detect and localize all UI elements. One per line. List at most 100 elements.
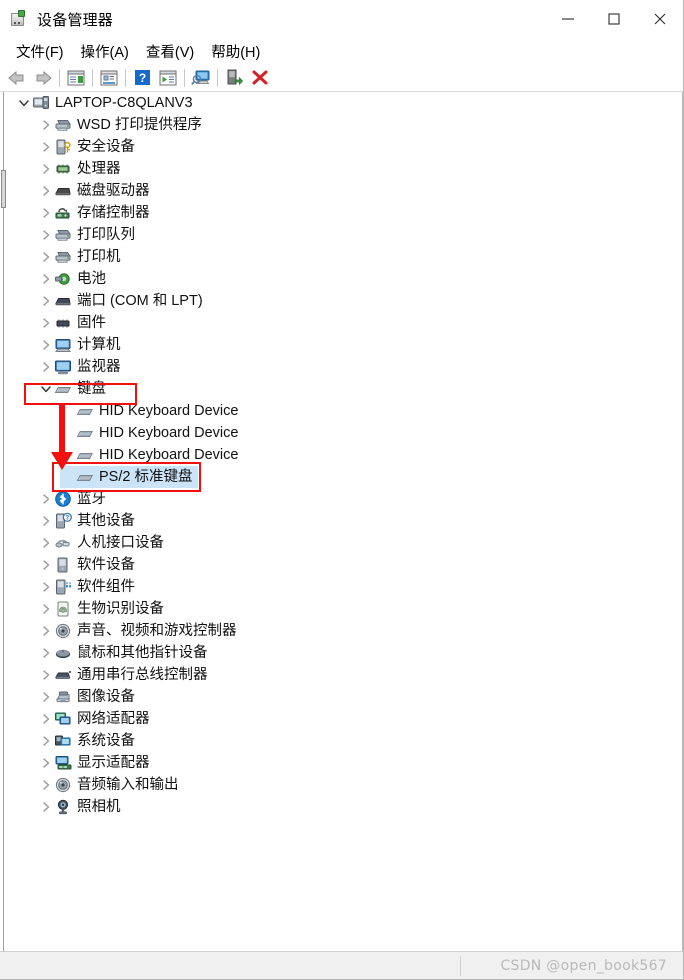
tree-twisty[interactable] <box>38 642 54 664</box>
chevron-right-icon[interactable] <box>40 295 52 307</box>
minimize-button[interactable] <box>545 0 591 38</box>
menu-file[interactable]: 文件(F) <box>8 39 73 64</box>
tree-twisty[interactable] <box>38 356 54 378</box>
tree-node-processors[interactable]: 处理器 <box>8 158 682 180</box>
tree-node-computer[interactable]: 计算机 <box>8 334 682 356</box>
chevron-down-icon[interactable] <box>40 383 52 395</box>
tree-node-batteries[interactable]: 电池 <box>8 268 682 290</box>
chevron-right-icon[interactable] <box>40 119 52 131</box>
tree-node-software-devices[interactable]: 软件设备 <box>8 554 682 576</box>
tree-twisty[interactable] <box>38 180 54 202</box>
scan-hardware-changes-button[interactable] <box>188 66 214 90</box>
tree-node-wsd-print-provider[interactable]: WSD 打印提供程序 <box>8 114 682 136</box>
tree-node-printers[interactable]: 打印机 <box>8 246 682 268</box>
tree-node-sound-video-game-controllers[interactable]: 声音、视频和游戏控制器 <box>8 620 682 642</box>
tree-node-hid-keyboard-device-3[interactable]: HID Keyboard Device <box>8 444 682 466</box>
chevron-right-icon[interactable] <box>40 735 52 747</box>
chevron-right-icon[interactable] <box>40 273 52 285</box>
chevron-right-icon[interactable] <box>40 757 52 769</box>
tree-twisty[interactable] <box>38 708 54 730</box>
tree-node-keyboards[interactable]: 键盘 <box>8 378 682 400</box>
tree-twisty[interactable] <box>38 796 54 818</box>
tree-node-system-devices[interactable]: 系统设备 <box>8 730 682 752</box>
tree-twisty[interactable] <box>38 532 54 554</box>
tree-node-audio-inputs-outputs[interactable]: 音频输入和输出 <box>8 774 682 796</box>
chevron-right-icon[interactable] <box>40 229 52 241</box>
chevron-right-icon[interactable] <box>40 625 52 637</box>
tree-node-biometric-devices[interactable]: 生物识别设备 <box>8 598 682 620</box>
help-button[interactable]: ? <box>129 66 155 90</box>
menu-help[interactable]: 帮助(H) <box>203 39 269 64</box>
tree-node-other-devices[interactable]: ? 其他设备 <box>8 510 682 532</box>
tree-node-root[interactable]: LAPTOP-C8QLANV3 <box>8 92 682 114</box>
tree-node-mice-and-pointing-devices[interactable]: 鼠标和其他指针设备 <box>8 642 682 664</box>
tree-node-ports[interactable]: 端口 (COM 和 LPT) <box>8 290 682 312</box>
chevron-down-icon[interactable] <box>18 97 30 109</box>
tree-twisty[interactable] <box>38 246 54 268</box>
tree-node-print-queues[interactable]: 打印队列 <box>8 224 682 246</box>
title-bar[interactable]: 设备管理器 <box>0 0 683 38</box>
tree-twisty[interactable] <box>38 620 54 642</box>
back-button[interactable] <box>4 66 30 90</box>
tree-node-network-adapters[interactable]: 网络适配器 <box>8 708 682 730</box>
chevron-right-icon[interactable] <box>40 801 52 813</box>
tree-node-firmware[interactable]: 固件 <box>8 312 682 334</box>
chevron-right-icon[interactable] <box>40 493 52 505</box>
chevron-right-icon[interactable] <box>40 515 52 527</box>
chevron-right-icon[interactable] <box>40 537 52 549</box>
tree-node-hid-keyboard-device-2[interactable]: HID Keyboard Device <box>8 422 682 444</box>
menu-action[interactable]: 操作(A) <box>73 39 138 64</box>
device-tree[interactable]: LAPTOP-C8QLANV3 WSD 打印提供程序 安全设备 处理器 磁盘驱动器 存储控… <box>8 92 683 951</box>
tree-node-imaging-devices[interactable]: 图像设备 <box>8 686 682 708</box>
tree-node-software-components[interactable]: 软件组件 <box>8 576 682 598</box>
chevron-right-icon[interactable] <box>40 339 52 351</box>
chevron-right-icon[interactable] <box>40 361 52 373</box>
tree-node-ps2-standard-keyboard[interactable]: PS/2 标准键盘 <box>8 466 682 488</box>
tree-twisty[interactable] <box>38 114 54 136</box>
chevron-right-icon[interactable] <box>40 779 52 791</box>
chevron-right-icon[interactable] <box>40 647 52 659</box>
tree-node-human-interface-devices[interactable]: 人机接口设备 <box>8 532 682 554</box>
tree-node-monitors[interactable]: 监视器 <box>8 356 682 378</box>
chevron-right-icon[interactable] <box>40 185 52 197</box>
tree-twisty[interactable] <box>38 730 54 752</box>
update-driver-button[interactable] <box>155 66 181 90</box>
chevron-right-icon[interactable] <box>40 581 52 593</box>
tree-node-disk-drives[interactable]: 磁盘驱动器 <box>8 180 682 202</box>
tree-twisty[interactable] <box>38 554 54 576</box>
tree-twisty[interactable] <box>38 224 54 246</box>
chevron-right-icon[interactable] <box>40 559 52 571</box>
tree-twisty[interactable] <box>38 378 54 400</box>
tree-twisty[interactable] <box>38 290 54 312</box>
chevron-right-icon[interactable] <box>40 251 52 263</box>
chevron-right-icon[interactable] <box>40 691 52 703</box>
tree-twisty[interactable] <box>38 598 54 620</box>
chevron-right-icon[interactable] <box>40 317 52 329</box>
tree-node-security-devices[interactable]: 安全设备 <box>8 136 682 158</box>
chevron-right-icon[interactable] <box>40 141 52 153</box>
tree-twisty[interactable] <box>38 334 54 356</box>
properties-button[interactable] <box>96 66 122 90</box>
tree-twisty[interactable] <box>38 488 54 510</box>
tree-twisty[interactable] <box>38 752 54 774</box>
tree-twisty[interactable] <box>38 774 54 796</box>
tree-twisty[interactable] <box>38 202 54 224</box>
tree-twisty[interactable] <box>38 664 54 686</box>
forward-button[interactable] <box>30 66 56 90</box>
tree-node-storage-controllers[interactable]: 存储控制器 <box>8 202 682 224</box>
tree-node-display-adapters[interactable]: 显示适配器 <box>8 752 682 774</box>
chevron-right-icon[interactable] <box>40 207 52 219</box>
tree-node-bluetooth[interactable]: 蓝牙 <box>8 488 682 510</box>
chevron-right-icon[interactable] <box>40 603 52 615</box>
tree-twisty[interactable] <box>38 268 54 290</box>
tree-twisty[interactable] <box>38 136 54 158</box>
tree-twisty[interactable] <box>38 576 54 598</box>
tree-twisty[interactable] <box>38 158 54 180</box>
chevron-right-icon[interactable] <box>40 163 52 175</box>
chevron-right-icon[interactable] <box>40 669 52 681</box>
tree-node-usb-controllers[interactable]: 通用串行总线控制器 <box>8 664 682 686</box>
show-hide-console-tree-button[interactable] <box>63 66 89 90</box>
close-button[interactable] <box>637 0 683 38</box>
maximize-button[interactable] <box>591 0 637 38</box>
uninstall-device-button[interactable] <box>247 66 273 90</box>
